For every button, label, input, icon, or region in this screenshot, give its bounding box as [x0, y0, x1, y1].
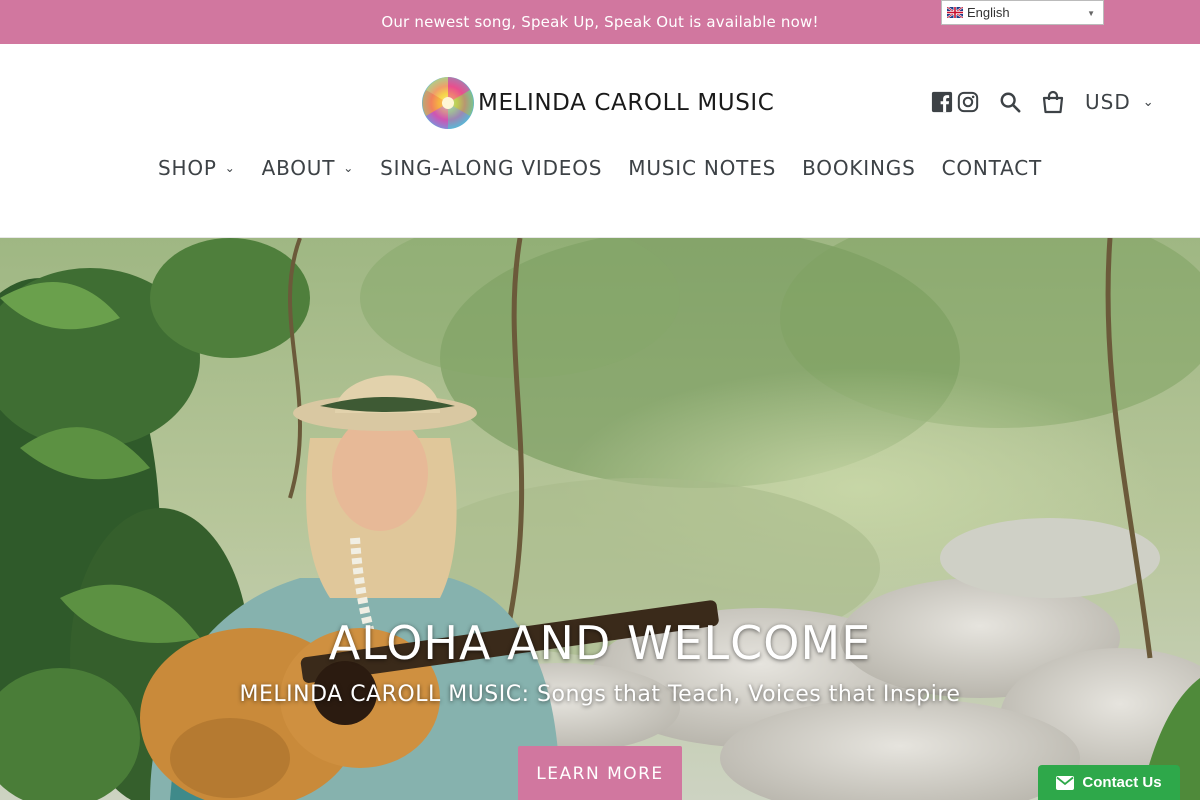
learn-more-button[interactable]: LEARN MORE: [518, 746, 682, 800]
nav-item-shop[interactable]: SHOP ⌄: [158, 156, 236, 180]
language-selector[interactable]: English ▼: [941, 0, 1104, 25]
contact-us-widget[interactable]: Contact Us: [1038, 765, 1180, 800]
tie-dye-logo-icon: [422, 77, 474, 129]
nav-item-label: SING-ALONG VIDEOS: [380, 156, 603, 180]
cart-icon[interactable]: [1041, 90, 1065, 114]
chevron-down-icon: ⌄: [343, 161, 355, 175]
hero-banner: ALOHA AND WELCOME MELINDA CAROLL MUSIC: …: [0, 238, 1200, 800]
instagram-icon[interactable]: [957, 91, 979, 113]
nav-item-sing-along-videos[interactable]: SING-ALONG VIDEOS: [380, 156, 602, 180]
currency-label: USD: [1085, 90, 1131, 114]
site-header: MELINDA CAROLL MUSIC USD ⌄ SHOP ⌄ ABOUT …: [0, 44, 1200, 238]
language-label: English: [967, 5, 1010, 20]
nav-item-contact[interactable]: CONTACT: [942, 156, 1042, 180]
nav-item-label: BOOKINGS: [802, 156, 916, 180]
hero-title: ALOHA AND WELCOME: [328, 616, 872, 670]
envelope-icon: [1056, 775, 1075, 790]
brand-logo-link[interactable]: MELINDA CAROLL MUSIC: [420, 74, 774, 132]
contact-us-label: Contact Us: [1082, 774, 1162, 791]
nav-item-label: CONTACT: [941, 156, 1043, 180]
currency-selector[interactable]: USD ⌄: [1085, 90, 1155, 114]
nav-item-about[interactable]: ABOUT ⌄: [262, 156, 355, 180]
facebook-icon[interactable]: [931, 91, 953, 113]
brand-name: MELINDA CAROLL MUSIC: [478, 90, 775, 116]
nav-item-bookings[interactable]: BOOKINGS: [802, 156, 915, 180]
header-icons: USD ⌄: [931, 90, 1155, 114]
announcement-text[interactable]: Our newest song, Speak Up, Speak Out is …: [381, 13, 818, 31]
uk-flag-icon: [947, 7, 963, 18]
main-nav: SHOP ⌄ ABOUT ⌄ SING-ALONG VIDEOS MUSIC N…: [0, 156, 1200, 180]
nav-item-label: ABOUT: [261, 156, 336, 180]
hero-subtitle: MELINDA CAROLL MUSIC: Songs that Teach, …: [239, 682, 961, 707]
chevron-down-icon: ⌄: [224, 161, 236, 175]
nav-item-label: MUSIC NOTES: [628, 156, 777, 180]
chevron-down-icon: ⌄: [1142, 94, 1155, 110]
hero-image: [0, 238, 1200, 800]
search-icon[interactable]: [999, 91, 1021, 113]
chevron-down-icon: ▼: [1087, 9, 1095, 18]
nav-item-label: SHOP: [157, 156, 217, 180]
nav-item-music-notes[interactable]: MUSIC NOTES: [628, 156, 776, 180]
